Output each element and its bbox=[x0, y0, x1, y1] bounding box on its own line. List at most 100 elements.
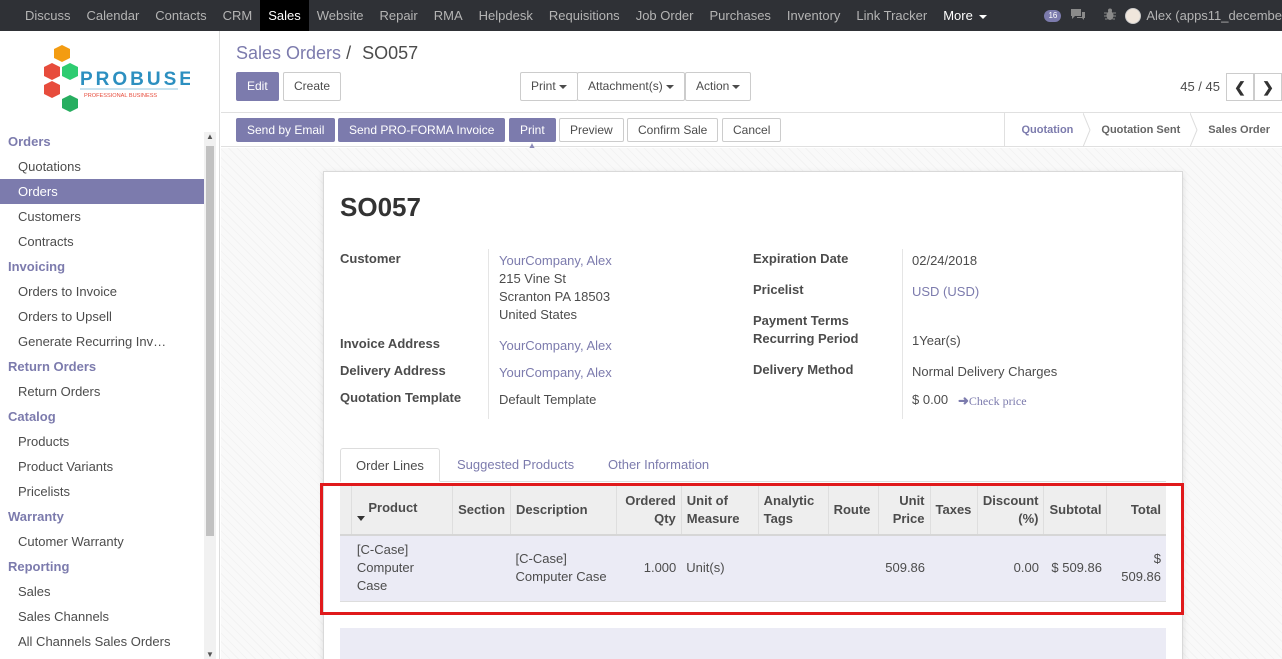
column-section[interactable]: Section bbox=[452, 486, 512, 536]
sidebar-item-customers[interactable]: Customers bbox=[0, 204, 204, 229]
column-unit-of-measure[interactable]: Unit of Measure bbox=[681, 486, 759, 536]
column-description[interactable]: Description bbox=[510, 486, 617, 536]
notification-badge[interactable]: 16 bbox=[1044, 9, 1062, 22]
column-analytic-tags[interactable]: Analytic Tags bbox=[758, 486, 829, 536]
bug-icon[interactable] bbox=[1104, 8, 1117, 24]
pricelist-field[interactable]: USD (USD) bbox=[912, 284, 979, 299]
column-route[interactable]: Route bbox=[828, 486, 879, 536]
scroll-up-icon[interactable]: ▲ bbox=[206, 132, 214, 141]
sidebar-item-quotations[interactable]: Quotations bbox=[0, 154, 204, 179]
tab-order-lines[interactable]: Order Lines bbox=[340, 448, 440, 482]
cell-description[interactable]: [C-Case] Computer Case bbox=[510, 535, 617, 602]
sidebar-item-return-orders[interactable]: Return Orders bbox=[0, 379, 204, 404]
sidebar-item-sales[interactable]: Sales bbox=[0, 579, 204, 604]
sidebar-item-customer-warranty[interactable]: Cutomer Warranty bbox=[0, 529, 204, 554]
pager-previous-button[interactable]: ❮ bbox=[1226, 73, 1254, 101]
company-logo: PROBUSE PROFESSIONAL BUSINESS bbox=[40, 43, 192, 121]
print-button[interactable]: Print bbox=[509, 118, 556, 142]
send-proforma-button[interactable]: Send PRO-FORMA Invoice bbox=[338, 118, 506, 142]
column-product[interactable]: Product bbox=[351, 486, 454, 536]
breadcrumb-sales-orders[interactable]: Sales Orders bbox=[236, 43, 341, 63]
user-menu[interactable]: Alex (apps11_decembe bbox=[1146, 8, 1282, 23]
create-button[interactable]: Create bbox=[283, 72, 342, 101]
sidebar-item-product-variants[interactable]: Product Variants bbox=[0, 454, 204, 479]
action-dropdown[interactable]: Action bbox=[685, 72, 752, 101]
cell-ordered-qty[interactable]: 1.000 bbox=[616, 535, 682, 602]
preview-button[interactable]: Preview bbox=[559, 118, 624, 142]
cell-unit-price[interactable]: 509.86 bbox=[878, 535, 931, 602]
table-row[interactable]: [C-Case] Computer Case [C-Case] Computer… bbox=[340, 535, 1166, 602]
cell-discount[interactable]: 0.00 bbox=[977, 535, 1044, 602]
cell-uom[interactable]: Unit(s) bbox=[681, 535, 759, 602]
menu-contacts[interactable]: Contacts bbox=[147, 0, 214, 31]
check-price-link[interactable]: ➜Check price bbox=[958, 393, 1027, 409]
cell-subtotal[interactable]: $ 509.86 bbox=[1043, 535, 1107, 602]
menu-purchases[interactable]: Purchases bbox=[702, 0, 779, 31]
column-total[interactable]: Total bbox=[1106, 486, 1166, 536]
cell-route[interactable] bbox=[828, 535, 879, 602]
cell-section[interactable] bbox=[452, 535, 511, 602]
menu-website[interactable]: Website bbox=[309, 0, 372, 31]
scroll-down-icon[interactable]: ▼ bbox=[206, 650, 214, 659]
sidebar-item-products[interactable]: Products bbox=[0, 429, 204, 454]
pager-next-button[interactable]: ❯ bbox=[1254, 73, 1282, 101]
sidebar-item-orders[interactable]: Orders bbox=[0, 179, 204, 204]
chat-icon[interactable] bbox=[1070, 8, 1086, 24]
pager-value[interactable]: 45 / 45 bbox=[1180, 79, 1220, 94]
column-ordered-qty[interactable]: Ordered Qty bbox=[616, 486, 682, 536]
sidebar-item-orders-to-upsell[interactable]: Orders to Upsell bbox=[0, 304, 204, 329]
stage-quotation-sent[interactable]: Quotation Sent bbox=[1085, 113, 1198, 147]
cell-product[interactable]: [C-Case] Computer Case bbox=[351, 535, 453, 602]
send-by-email-button[interactable]: Send by Email bbox=[236, 118, 336, 142]
menu-repair[interactable]: Repair bbox=[371, 0, 425, 31]
sidebar-item-generate-recurring[interactable]: Generate Recurring Inv… bbox=[0, 329, 204, 354]
sidebar-scrollbar[interactable]: ▲ ▼ bbox=[204, 132, 216, 659]
customer-field[interactable]: YourCompany, Alex bbox=[499, 253, 612, 268]
cell-total[interactable]: $ 509.86 bbox=[1106, 535, 1166, 602]
menu-helpdesk[interactable]: Helpdesk bbox=[471, 0, 541, 31]
sidebar-item-contracts[interactable]: Contracts bbox=[0, 229, 204, 254]
cell-taxes[interactable] bbox=[930, 535, 977, 602]
menu-requisitions[interactable]: Requisitions bbox=[541, 0, 628, 31]
menu-rma[interactable]: RMA bbox=[426, 0, 471, 31]
menu-sales[interactable]: Sales bbox=[260, 0, 309, 31]
invoice-address-field[interactable]: YourCompany, Alex bbox=[499, 338, 612, 353]
stage-sales-order[interactable]: Sales Order bbox=[1192, 113, 1282, 147]
tab-suggested-products[interactable]: Suggested Products bbox=[442, 448, 589, 482]
sidebar-item-sales-channels[interactable]: Sales Channels bbox=[0, 604, 204, 629]
expiration-date-field[interactable]: 02/24/2018 bbox=[912, 253, 977, 268]
column-unit-price[interactable]: Unit Price bbox=[878, 486, 931, 536]
tab-other-information[interactable]: Other Information bbox=[593, 448, 724, 482]
column-taxes[interactable]: Taxes bbox=[930, 486, 978, 536]
delivery-method-field[interactable]: Normal Delivery Charges bbox=[912, 364, 1057, 379]
sidebar-item-all-channels-sales-orders[interactable]: All Channels Sales Orders bbox=[0, 629, 204, 654]
customer-street: 215 Vine St bbox=[499, 271, 566, 286]
stage-quotation[interactable]: Quotation bbox=[1005, 113, 1091, 147]
chevron-down-icon bbox=[665, 84, 674, 89]
menu-link-tracker[interactable]: Link Tracker bbox=[848, 0, 935, 31]
menu-discuss[interactable]: Discuss bbox=[17, 0, 79, 31]
cancel-button[interactable]: Cancel bbox=[722, 118, 782, 142]
form-statusbar: Send by Email Send PRO-FORMA Invoice Pri… bbox=[221, 113, 1282, 147]
print-dropdown[interactable]: Print bbox=[520, 72, 578, 101]
menu-inventory[interactable]: Inventory bbox=[779, 0, 848, 31]
column-subtotal[interactable]: Subtotal bbox=[1043, 486, 1108, 536]
user-avatar[interactable] bbox=[1125, 7, 1142, 24]
chevron-down-icon bbox=[978, 14, 987, 19]
menu-job-order[interactable]: Job Order bbox=[628, 0, 702, 31]
menu-calendar[interactable]: Calendar bbox=[79, 0, 148, 31]
column-discount[interactable]: Discount (%) bbox=[977, 486, 1045, 536]
menu-crm[interactable]: CRM bbox=[215, 0, 261, 31]
menu-more[interactable]: More bbox=[935, 0, 995, 31]
quotation-template-field[interactable]: Default Template bbox=[499, 392, 596, 407]
recurring-period-field[interactable]: 1Year(s) bbox=[912, 333, 961, 348]
sidebar-item-orders-to-invoice[interactable]: Orders to Invoice bbox=[0, 279, 204, 304]
cell-analytic-tags[interactable] bbox=[758, 535, 829, 602]
chevron-down-icon bbox=[558, 84, 567, 89]
confirm-sale-button[interactable]: Confirm Sale bbox=[627, 118, 719, 142]
attachments-dropdown[interactable]: Attachment(s) bbox=[577, 72, 685, 101]
sidebar-item-pricelists[interactable]: Pricelists bbox=[0, 479, 204, 504]
scrollbar-thumb[interactable] bbox=[206, 146, 214, 536]
delivery-address-field[interactable]: YourCompany, Alex bbox=[499, 365, 612, 380]
edit-button[interactable]: Edit bbox=[236, 72, 279, 101]
